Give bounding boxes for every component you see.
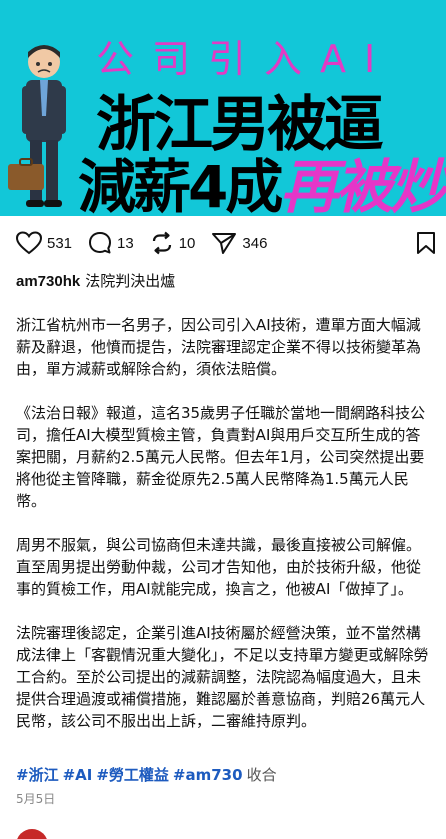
- businessman-illustration: [8, 45, 66, 207]
- share-button[interactable]: 346: [211, 231, 267, 255]
- share-count: 346: [242, 234, 268, 252]
- post-image[interactable]: 公司引入AI 浙江男被逼 減薪4成再被炒: [0, 0, 446, 216]
- headline-pink-text: 再被炒: [280, 153, 446, 216]
- paragraph: 周男不服氣，與公司協商但未達共識，最後直接被公司解僱。直至周男提出勞動仲裁，公司…: [16, 536, 422, 598]
- repost-icon: [152, 231, 171, 255]
- comment-button[interactable]: 13: [88, 231, 134, 255]
- hashtag-am730[interactable]: #am730: [173, 766, 243, 784]
- author-line: am730hk 法院判決出爐: [16, 270, 175, 291]
- hashtag-ai[interactable]: #AI: [63, 766, 93, 784]
- author-name[interactable]: am730hk: [16, 273, 80, 290]
- heart-icon: [16, 231, 42, 255]
- hashtag-row: #浙江 #AI #勞工權益 #am730 收合: [16, 764, 277, 785]
- bookmark-button[interactable]: [416, 231, 436, 259]
- post-title: 法院判決出爐: [85, 272, 176, 290]
- comment-icon: [89, 232, 112, 254]
- repost-count: 10: [178, 234, 196, 252]
- like-count: 531: [47, 234, 73, 252]
- headline-black-text: 減薪4成: [78, 153, 283, 216]
- image-subtitle: 公司引入AI: [96, 37, 394, 81]
- avatar[interactable]: [16, 829, 48, 839]
- hashtag-labour-rights[interactable]: #勞工權益: [96, 766, 169, 784]
- image-headline-line2: 減薪4成再被炒: [78, 140, 446, 216]
- action-bar: 531 13 10 346: [16, 229, 436, 257]
- comment-count: 13: [117, 234, 134, 252]
- post-body: 浙江省杭州市一名男子，因公司引入AI技術，遭單方面大幅減薪及辭退，他憤而提告，法…: [16, 314, 430, 754]
- like-button[interactable]: 531: [16, 231, 72, 255]
- repost-button[interactable]: 10: [150, 231, 196, 255]
- paragraph: 《法治日報》報道，這名35歲男子任職於當地一間網路科技公司，擔任AI大模型質檢主…: [16, 404, 426, 510]
- hashtag-zhejiang[interactable]: #浙江: [16, 766, 59, 784]
- post-date: 5月5日: [16, 792, 56, 806]
- bookmark-icon: [417, 232, 435, 254]
- send-icon: [212, 233, 237, 254]
- paragraph: 浙江省杭州市一名男子，因公司引入AI技術，遭單方面大幅減薪及辭退，他憤而提告，法…: [16, 316, 422, 378]
- paragraph: 法院審理後認定，企業引進AI技術屬於經營決策，並不當然構成法律上「客觀情況重大變…: [16, 624, 429, 730]
- collapse-link[interactable]: 收合: [247, 766, 277, 784]
